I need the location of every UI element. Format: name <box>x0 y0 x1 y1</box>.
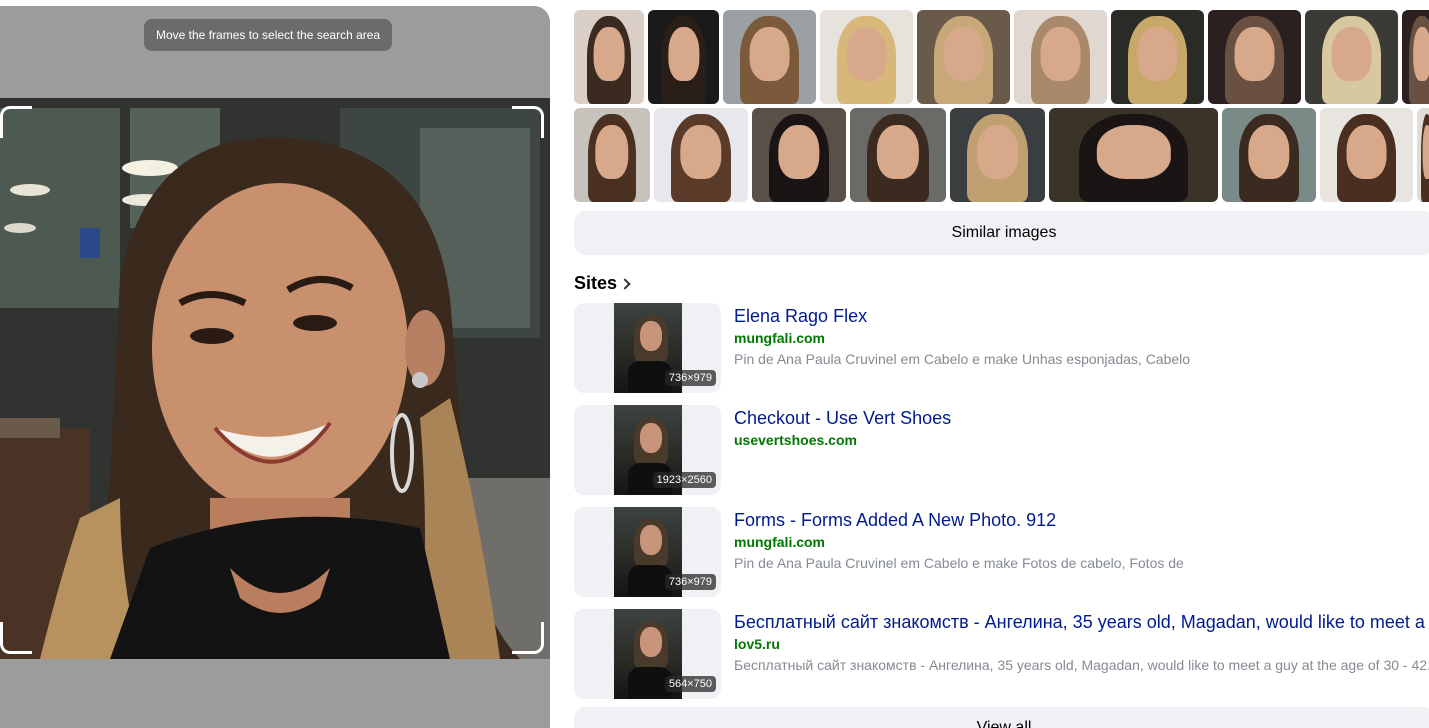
similar-image-thumbnail[interactable] <box>1222 108 1316 202</box>
crop-handle-bottom-left[interactable] <box>0 622 32 654</box>
crop-panel: Move the frames to select the search are… <box>0 6 550 728</box>
site-domain-link[interactable]: lov5.ru <box>734 636 780 652</box>
similar-image-thumbnail[interactable] <box>1402 10 1429 104</box>
similar-image-thumbnail[interactable] <box>752 108 846 202</box>
image-dimensions: 736×979 <box>664 370 716 386</box>
site-domain-link[interactable]: mungfali.com <box>734 330 825 346</box>
similar-image-thumbnail[interactable] <box>1320 108 1413 202</box>
similar-image-thumbnail[interactable] <box>820 10 913 104</box>
similar-images-button[interactable]: Similar images <box>574 211 1429 255</box>
site-description: Бесплатный сайт знакомств - Ангелина, 35… <box>734 657 1429 673</box>
similar-thumbnails-row-2 <box>574 108 1429 202</box>
image-dimensions: 564×750 <box>664 676 716 692</box>
crop-handle-top-left[interactable] <box>0 106 32 138</box>
similar-image-thumbnail[interactable] <box>917 10 1010 104</box>
similar-image-thumbnail[interactable] <box>648 10 719 104</box>
site-description: Pin de Ana Paula Cruvinel em Cabelo e ma… <box>734 555 1184 571</box>
similar-image-thumbnail[interactable] <box>1305 10 1398 104</box>
site-result[interactable]: 1923×2560 Checkout - Use Vert Shoes usev… <box>574 405 1429 495</box>
similar-image-thumbnail[interactable] <box>1417 108 1429 202</box>
similar-image-thumbnail[interactable] <box>654 108 748 202</box>
similar-image-thumbnail[interactable] <box>723 10 816 104</box>
site-thumbnail[interactable]: 736×979 <box>574 303 721 393</box>
site-title-link[interactable]: Бесплатный сайт знакомств - Ангелина, 35… <box>734 612 1425 633</box>
similar-image-thumbnail[interactable] <box>1208 10 1301 104</box>
crop-handle-bottom-right[interactable] <box>512 622 544 654</box>
site-thumbnail[interactable]: 1923×2560 <box>574 405 721 495</box>
similar-image-thumbnail[interactable] <box>574 10 644 104</box>
chevron-right-icon <box>619 277 631 290</box>
sites-heading-label: Sites <box>574 273 618 293</box>
similar-image-thumbnail[interactable] <box>1049 108 1218 202</box>
site-domain-link[interactable]: mungfali.com <box>734 534 825 550</box>
site-result[interactable]: 564×750 Бесплатный сайт знакомств - Анге… <box>574 609 1429 699</box>
results-panel: Similar images Sites 736×979 Elena Rago … <box>574 0 1429 728</box>
site-result[interactable]: 736×979 Forms - Forms Added A New Photo.… <box>574 507 1429 597</box>
site-title-link[interactable]: Checkout - Use Vert Shoes <box>734 408 951 429</box>
site-thumbnail[interactable]: 736×979 <box>574 507 721 597</box>
crop-handle-top-right[interactable] <box>512 106 544 138</box>
similar-image-thumbnail[interactable] <box>574 108 650 202</box>
site-domain-link[interactable]: usevertshoes.com <box>734 432 857 448</box>
site-description: Pin de Ana Paula Cruvinel em Cabelo e ma… <box>734 351 1191 367</box>
site-thumbnail[interactable]: 564×750 <box>574 609 721 699</box>
similar-thumbnails-row-1 <box>574 10 1429 104</box>
similar-image-thumbnail[interactable] <box>1111 10 1204 104</box>
similar-image-thumbnail[interactable] <box>1014 10 1107 104</box>
site-result[interactable]: 736×979 Elena Rago Flex mungfali.com Pin… <box>574 303 1429 393</box>
site-title-link[interactable]: Elena Rago Flex <box>734 306 867 327</box>
site-title-link[interactable]: Forms - Forms Added A New Photo. 912 <box>734 510 1056 531</box>
sites-heading[interactable]: Sites <box>574 273 631 294</box>
image-dimensions: 736×979 <box>664 574 716 590</box>
similar-image-thumbnail[interactable] <box>850 108 946 202</box>
similar-image-thumbnail[interactable] <box>950 108 1045 202</box>
view-all-button[interactable]: View all <box>574 707 1429 728</box>
crop-hint: Move the frames to select the search are… <box>144 19 393 51</box>
image-dimensions: 1923×2560 <box>652 472 716 488</box>
crop-frame[interactable] <box>0 106 544 654</box>
